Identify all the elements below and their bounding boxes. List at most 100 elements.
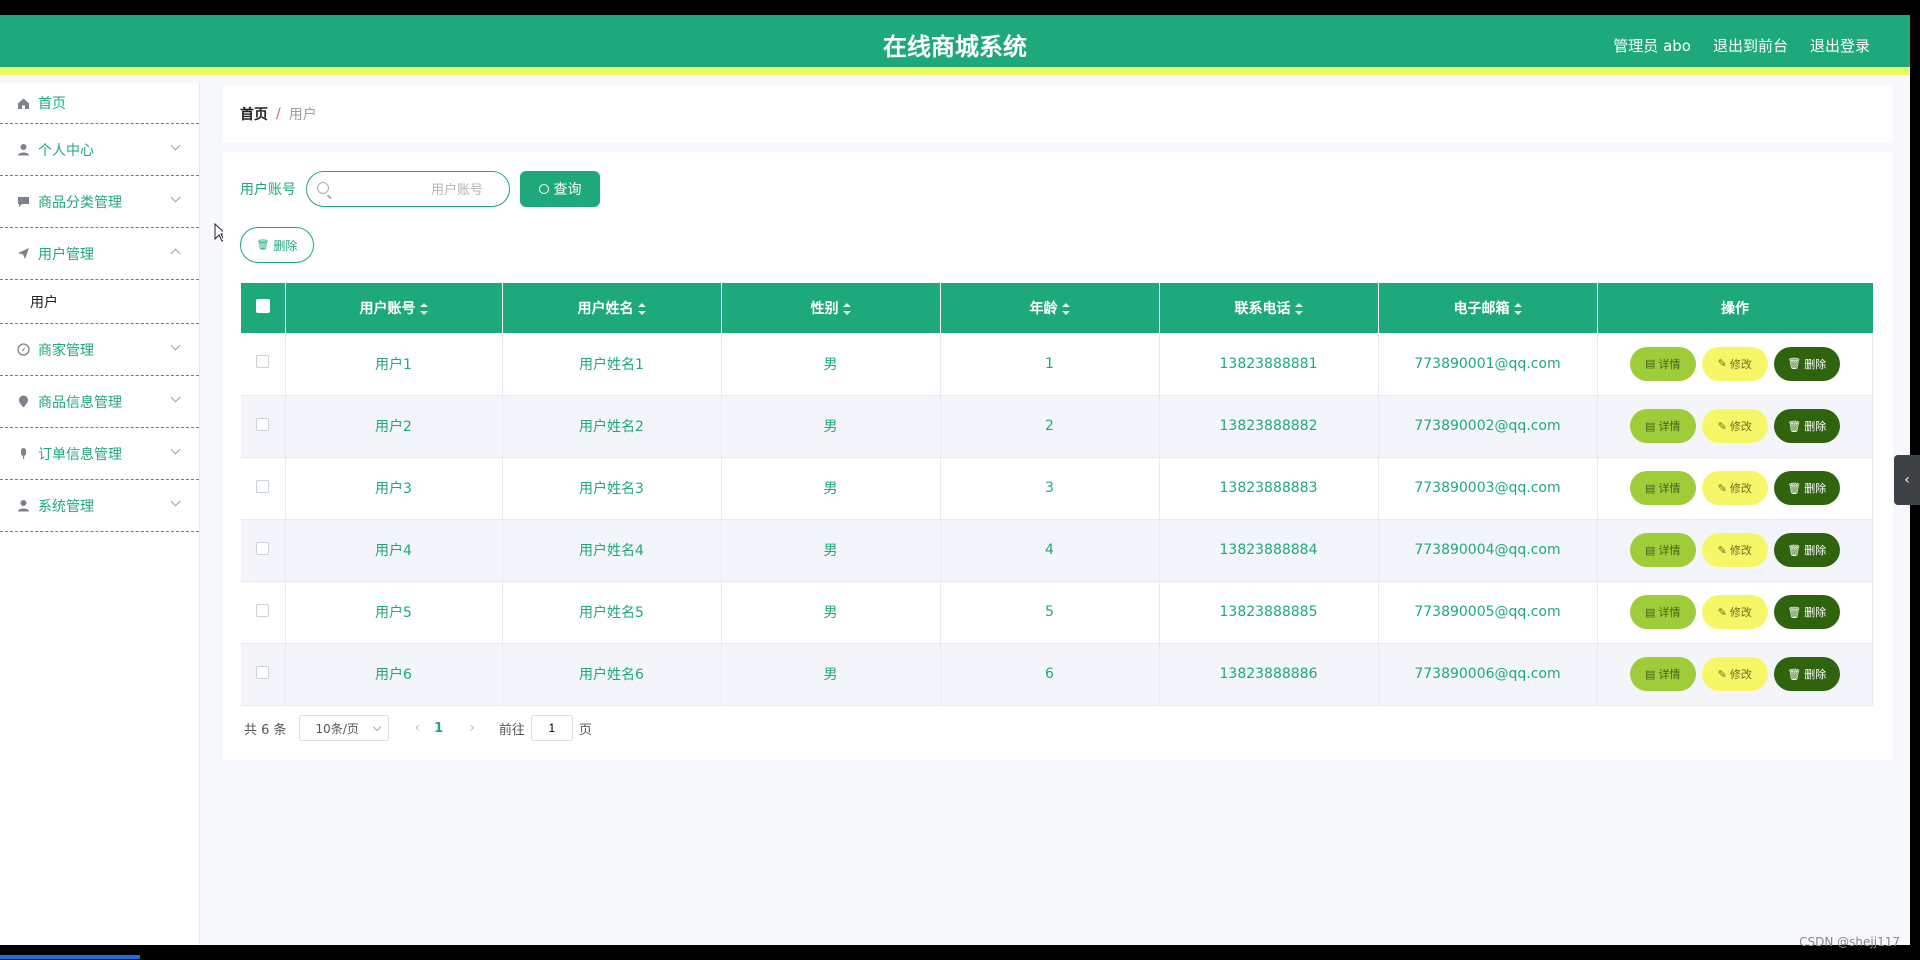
exit-to-front-link[interactable]: 退出到前台 [1713,35,1788,56]
row-select-cell [241,643,286,706]
cell-email: 773890006@qq.com [1378,643,1598,706]
sidebar-item-category[interactable]: 商品分类管理 [0,176,199,228]
sidebar-item-label: 用户管理 [38,246,94,263]
detail-button[interactable]: ▤ 详情 [1629,409,1696,443]
row-actions: ▤ 详情 ✎ 修改 🗑 删除 [1598,346,1873,381]
cell-actions: ▤ 详情 ✎ 修改 🗑 删除 [1597,643,1873,706]
user-icon [16,143,30,157]
query-button-label: 查询 [553,181,582,197]
cell-actions: ▤ 详情 ✎ 修改 🗑 删除 [1597,395,1873,458]
row-checkbox[interactable] [256,479,270,493]
detail-button[interactable]: ▤ 详情 [1629,471,1696,505]
delete-button[interactable]: 🗑 删除 [1773,409,1840,443]
chevron-down-icon [170,444,181,455]
batch-delete-button[interactable]: 🗑 删除 [240,227,314,263]
pencil-icon: ✎ [1717,544,1727,557]
sidebar-item-label: 首页 [38,96,66,112]
page-size-select[interactable]: 10条/页 [298,715,389,741]
admin-label: 管理员 abo [1613,37,1691,55]
user-icon [16,499,30,513]
pencil-icon: ✎ [1717,420,1727,433]
sidebar-item-orders[interactable]: 订单信息管理 [0,428,199,480]
sort-icon[interactable] [637,303,646,315]
user-table: 用户账号 用户姓名 性别 年龄 联系电话 电子邮箱 操作 用户1 用户姓名1 男 1 1… [241,283,1873,706]
sidebar-item-label: 订单信息管理 [38,446,122,463]
sort-icon[interactable] [419,303,428,315]
sidebar-item-home[interactable]: 首页 [0,83,199,124]
row-checkbox[interactable] [256,355,270,369]
row-checkbox[interactable] [256,541,270,555]
pencil-icon: ✎ [1717,358,1727,371]
search-input[interactable] [307,172,509,206]
row-actions: ▤ 详情 ✎ 修改 🗑 删除 [1598,533,1873,567]
col-age[interactable]: 年龄 [940,283,1160,333]
cell-name: 用户姓名1 [502,333,722,396]
cell-phone: 13823888883 [1159,457,1379,520]
delete-button[interactable]: 🗑 删除 [1773,533,1840,567]
sort-icon[interactable] [1294,303,1303,315]
location-icon [16,395,30,409]
edit-button[interactable]: ✎ 修改 [1701,595,1768,629]
chevron-down-icon [170,392,181,403]
col-account[interactable]: 用户账号 [285,283,503,333]
row-checkbox[interactable] [256,417,270,431]
col-actions: 操作 [1597,283,1873,333]
edit-button[interactable]: ✎ 修改 [1701,533,1768,567]
breadcrumb: 首页 / 用户 [223,85,1893,143]
edit-button[interactable]: ✎ 修改 [1701,409,1768,443]
page-number[interactable]: 1 [434,721,443,736]
sidebar-item-product[interactable]: 商品信息管理 [0,376,199,428]
prev-page-icon[interactable]: ‹ [415,720,421,736]
sidebar-item-profile[interactable]: 个人中心 [0,124,199,176]
delete-button[interactable]: 🗑 删除 [1773,595,1840,629]
delete-button[interactable]: 🗑 删除 [1773,471,1840,505]
table-row: 用户4 用户姓名4 男 4 13823888884 773890004@qq.com ▤ 详… [241,519,1873,582]
document-icon: ▤ [1645,358,1656,371]
row-checkbox[interactable] [256,603,270,617]
goto-page-input[interactable] [530,715,573,741]
sidebar-subitem-user[interactable]: 用户 [0,280,199,324]
detail-button[interactable]: ▤ 详情 [1629,533,1696,567]
edit-button[interactable]: ✎ 修改 [1701,346,1768,381]
col-phone[interactable]: 联系电话 [1159,283,1379,333]
table-row: 用户6 用户姓名6 男 6 13823888886 773890006@qq.com ▤ 详… [241,643,1873,706]
edit-button[interactable]: ✎ 修改 [1701,657,1768,691]
breadcrumb-home[interactable]: 首页 [240,104,268,124]
col-gender[interactable]: 性别 [721,283,941,333]
pagination: 共 6 条 10条/页 ‹ 1 › 前往 页 [244,715,592,741]
sidebar-item-users[interactable]: 用户管理 [0,228,199,280]
row-select-cell [241,457,286,520]
bottom-bar [0,945,1920,960]
detail-button[interactable]: ▤ 详情 [1629,595,1696,629]
detail-button[interactable]: ▤ 详情 [1629,346,1696,381]
col-email[interactable]: 电子邮箱 [1378,283,1598,333]
cell-email: 773890004@qq.com [1378,519,1598,582]
sort-icon[interactable] [842,303,851,315]
edit-button[interactable]: ✎ 修改 [1701,471,1768,505]
table-row: 用户5 用户姓名5 男 5 13823888885 773890005@qq.com ▤ 详… [241,581,1873,644]
delete-button[interactable]: 🗑 删除 [1773,657,1840,691]
sort-icon[interactable] [1513,303,1522,315]
delete-button[interactable]: 🗑 删除 [1773,346,1840,381]
table-body: 用户1 用户姓名1 男 1 13823888881 773890001@qq.com ▤ 详… [241,333,1873,706]
row-checkbox[interactable] [256,665,270,679]
cell-gender: 男 [721,457,941,520]
trash-icon: 🗑 [1787,544,1802,557]
row-select-cell [241,519,286,582]
collapse-panel-button[interactable]: ‹ [1894,455,1920,505]
sidebar-item-system[interactable]: 系统管理 [0,480,199,532]
logout-link[interactable]: 退出登录 [1810,35,1870,56]
row-select-cell [241,333,286,396]
main-content: 用户账号 查询 🗑 删除 用户账号 用户姓名 性别 年龄 [223,152,1893,760]
cell-phone: 13823888885 [1159,581,1379,644]
query-button[interactable]: 查询 [520,171,600,207]
col-name[interactable]: 用户姓名 [502,283,722,333]
sort-icon[interactable] [1061,303,1070,315]
sidebar-item-merchant[interactable]: 商家管理 [0,324,199,376]
document-icon: ▤ [1645,420,1656,433]
detail-button[interactable]: ▤ 详情 [1629,657,1696,691]
trash-icon: 🗑 [1787,482,1802,495]
select-all-checkbox[interactable] [255,299,270,313]
next-page-icon[interactable]: › [469,720,475,736]
cell-account: 用户6 [285,643,503,706]
